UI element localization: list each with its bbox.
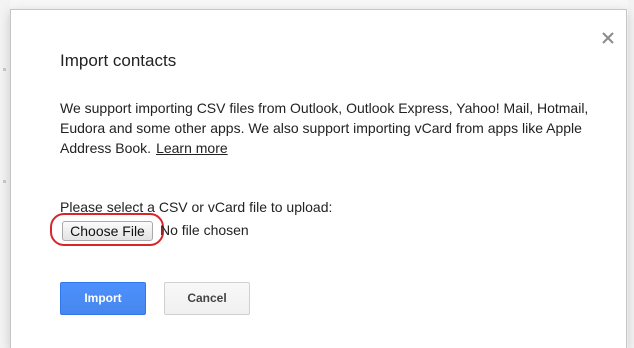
cancel-button[interactable]: Cancel [164, 282, 250, 315]
file-status: No file chosen [160, 222, 249, 238]
dialog-description: We support importing CSV files from Outl… [60, 98, 605, 158]
screen: Import contacts We support importing CSV… [0, 0, 634, 348]
background-mark [3, 68, 6, 71]
background-mark [3, 180, 6, 183]
background-right-edge [628, 0, 634, 348]
upload-prompt: Please select a CSV or vCard file to upl… [60, 199, 333, 215]
import-button[interactable]: Import [60, 282, 146, 315]
background-top-edge [0, 0, 634, 9]
description-text: We support importing CSV files from Outl… [60, 100, 589, 156]
dialog-title: Import contacts [60, 51, 177, 70]
learn-more-link[interactable]: Learn more [156, 140, 228, 156]
background-left-edge [0, 0, 10, 348]
close-icon[interactable] [598, 28, 618, 48]
choose-file-button[interactable]: Choose File [62, 221, 153, 241]
